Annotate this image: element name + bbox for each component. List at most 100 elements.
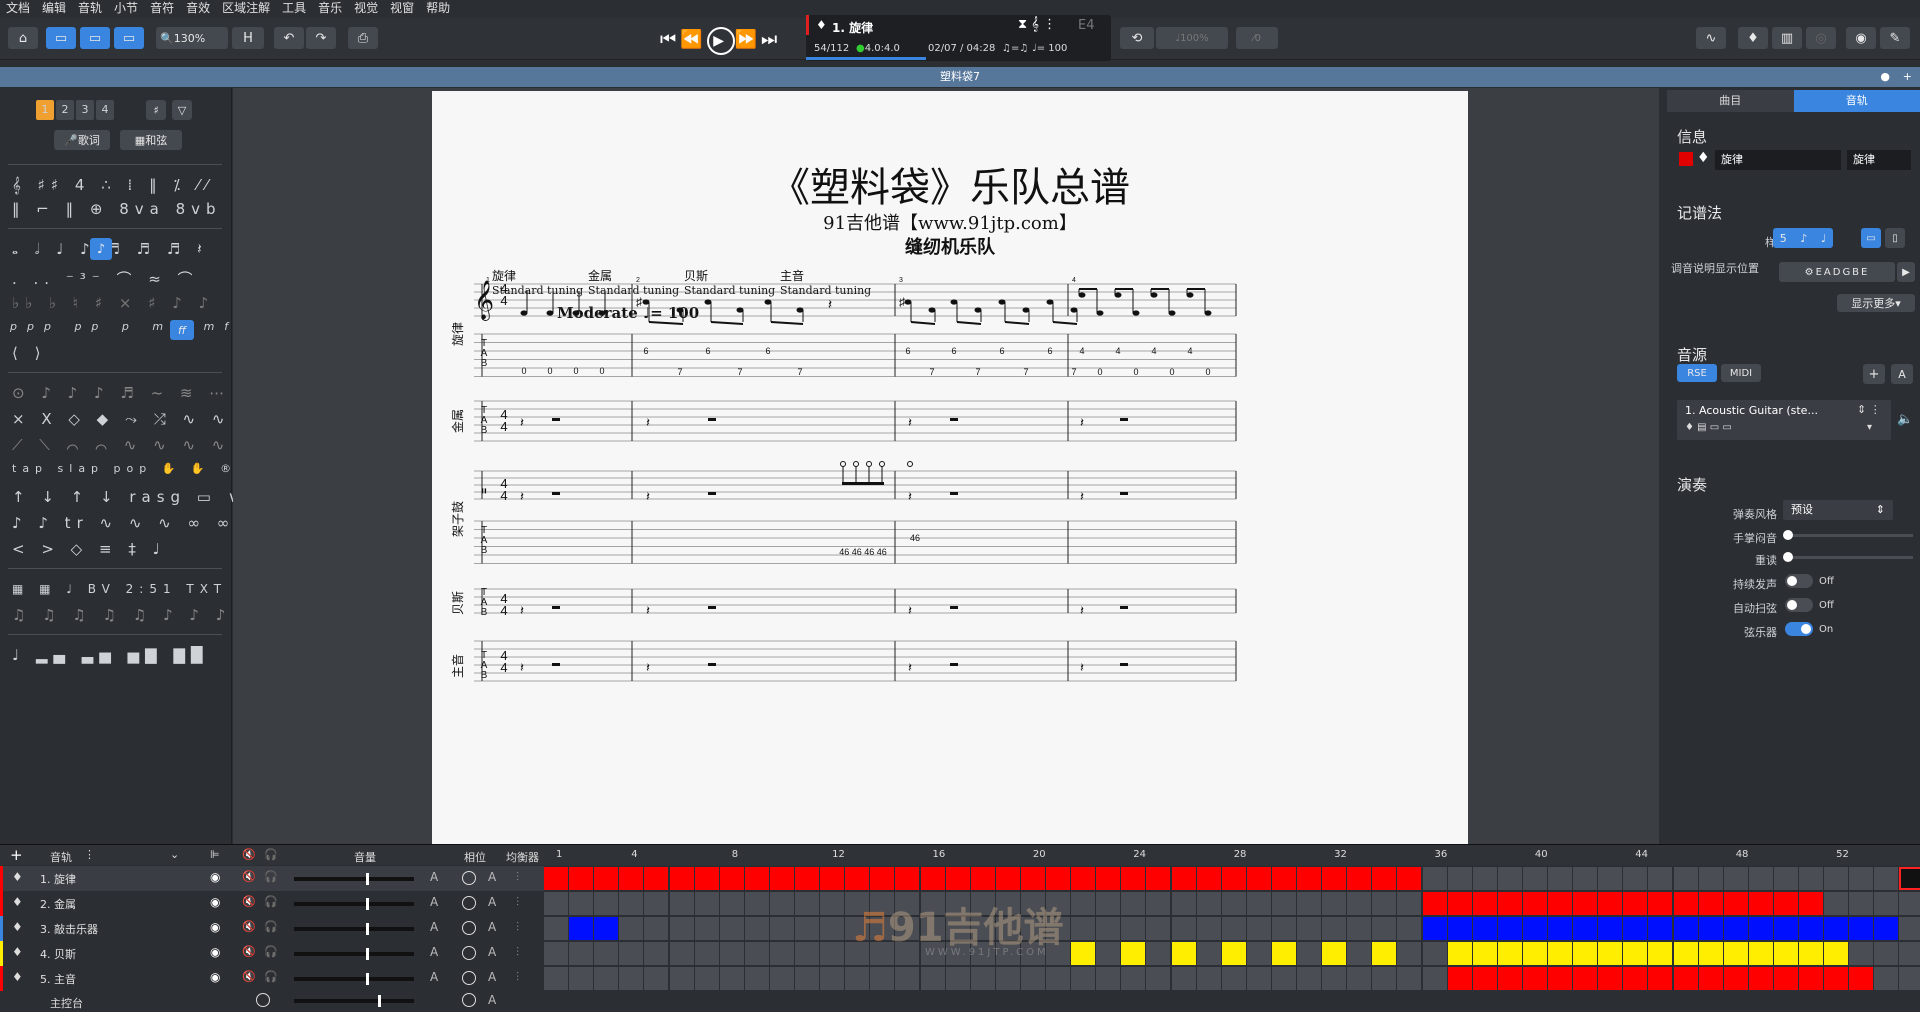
menu-item[interactable]: 视窗 xyxy=(390,0,414,16)
single-staff-icon[interactable]: ▭ xyxy=(1861,228,1881,248)
auto-strum-toggle[interactable] xyxy=(1785,598,1813,612)
menu-item[interactable]: 小节 xyxy=(114,0,138,16)
bar-cell[interactable] xyxy=(1121,892,1145,915)
bar-cell[interactable] xyxy=(1674,967,1698,990)
bar-cell[interactable] xyxy=(921,967,945,990)
bar-cell[interactable] xyxy=(594,867,618,890)
bar-cell[interactable] xyxy=(745,867,769,890)
bar-cell[interactable] xyxy=(895,867,919,890)
tab-song[interactable]: 曲目 xyxy=(1667,90,1794,112)
bar-cell[interactable] xyxy=(795,942,819,965)
strum-tools[interactable]: ↑ ↓ ↑ ↓ rasg ▭ ∨ xyxy=(12,488,245,506)
bar-cell[interactable] xyxy=(1623,917,1647,940)
bar-cell[interactable] xyxy=(1247,917,1271,940)
bar-cell[interactable] xyxy=(1749,867,1773,890)
accent-tools[interactable]: < > ◇ ≡ ‡ ♩ xyxy=(12,540,166,558)
bar-cell[interactable] xyxy=(1247,867,1271,890)
bar-cell[interactable] xyxy=(1548,892,1572,915)
notation-style-buttons[interactable]: 5♪♩ xyxy=(1773,228,1833,248)
bar-cell[interactable] xyxy=(1674,942,1698,965)
chevron-down-icon[interactable]: ⌄ xyxy=(170,848,179,861)
bar-cell[interactable] xyxy=(1172,967,1196,990)
bar-cell[interactable] xyxy=(1046,867,1070,890)
bar-cell[interactable] xyxy=(1648,967,1672,990)
bar-cell[interactable] xyxy=(1774,892,1798,915)
bar-cell[interactable] xyxy=(1573,867,1597,890)
bar-cell[interactable] xyxy=(745,917,769,940)
lyrics-button[interactable]: 🎤歌词 xyxy=(54,130,110,150)
effect-tools-2[interactable]: × X ◇ ◆ ⤳ ⤮ ∿ ∿ xyxy=(12,410,230,428)
bar-cell[interactable] xyxy=(670,917,694,940)
bar-cell[interactable] xyxy=(644,917,668,940)
bar-cell[interactable] xyxy=(1824,892,1848,915)
play-style-select[interactable]: 预设⇕ xyxy=(1783,500,1893,520)
bar-cell[interactable] xyxy=(795,892,819,915)
guitar-icon[interactable]: ♦ xyxy=(1738,27,1768,49)
last-bar-icon[interactable]: ⏭ xyxy=(761,29,781,50)
bar-cell[interactable] xyxy=(1498,942,1522,965)
bar-cell[interactable] xyxy=(594,892,618,915)
slider-thumb[interactable] xyxy=(366,973,369,985)
bar-cell[interactable] xyxy=(1372,942,1396,965)
bar-cell[interactable] xyxy=(971,867,995,890)
automation-icon[interactable]: A xyxy=(488,970,496,984)
bar-cell[interactable] xyxy=(1121,967,1145,990)
bar-cell[interactable] xyxy=(1247,967,1271,990)
bar-cell[interactable] xyxy=(1071,967,1095,990)
bar-cell[interactable] xyxy=(745,967,769,990)
track-color-swatch[interactable] xyxy=(1679,152,1693,166)
bar-cell[interactable] xyxy=(770,892,794,915)
bar-cell[interactable] xyxy=(770,967,794,990)
bar-cell[interactable] xyxy=(1623,967,1647,990)
bar-cell[interactable] xyxy=(1247,892,1271,915)
solo-icon[interactable]: 🎧 xyxy=(264,970,278,983)
page-view-select[interactable]: H xyxy=(232,27,264,49)
effect-tools-1[interactable]: ⊙ ♪ ♪ ♪ ♬ ~ ≋ ⋯ xyxy=(12,384,230,402)
voice-button-2[interactable]: 2 xyxy=(56,100,74,120)
bar-cell[interactable] xyxy=(820,867,844,890)
bar-cell[interactable] xyxy=(1172,917,1196,940)
bar-cell[interactable] xyxy=(1899,892,1920,915)
automation-icon[interactable]: A xyxy=(1891,364,1913,384)
bar-cell[interactable] xyxy=(1623,892,1647,915)
solo-icon[interactable]: 🎧 xyxy=(264,945,278,958)
bar-cell[interactable] xyxy=(1699,892,1723,915)
volume-slider[interactable] xyxy=(294,977,414,981)
bar-cell[interactable] xyxy=(1573,892,1597,915)
bar-cell[interactable] xyxy=(1749,967,1773,990)
voice-button-1[interactable]: 1 xyxy=(36,100,54,120)
play-tuning-icon[interactable]: ▶ xyxy=(1897,262,1915,282)
bar-cell[interactable] xyxy=(820,892,844,915)
bar-cell[interactable] xyxy=(1423,967,1447,990)
bar-cell[interactable] xyxy=(1197,917,1221,940)
bar-cell[interactable] xyxy=(1674,892,1698,915)
bar-cell[interactable] xyxy=(1021,867,1045,890)
bar-cell[interactable] xyxy=(1648,917,1672,940)
bar-cell[interactable] xyxy=(1648,867,1672,890)
bar-cell[interactable] xyxy=(1046,967,1070,990)
tuner-icon[interactable]: ◉ xyxy=(1846,27,1876,49)
menu-item[interactable]: 工具 xyxy=(282,0,306,16)
solo-all-icon[interactable]: 🎧 xyxy=(264,848,278,861)
bar-cell[interactable] xyxy=(1799,867,1823,890)
bar-cell[interactable] xyxy=(1874,942,1898,965)
accent-slider[interactable] xyxy=(1785,556,1913,559)
visibility-eye-icon[interactable]: ◉ xyxy=(210,920,220,934)
slash-style-icon[interactable]: ♩ xyxy=(1821,232,1826,245)
bar-cell[interactable] xyxy=(1824,942,1848,965)
bar-cell[interactable] xyxy=(1473,917,1497,940)
bar-cell[interactable] xyxy=(1573,917,1597,940)
solo-icon[interactable]: 🎧 xyxy=(264,920,278,933)
bar-cell[interactable] xyxy=(1899,917,1920,940)
bar-cell[interactable] xyxy=(1096,967,1120,990)
dropdown-icon[interactable]: ▽ xyxy=(172,100,192,120)
bar-cell[interactable] xyxy=(1699,967,1723,990)
show-more-button[interactable]: 显示更多 ▾ xyxy=(1837,294,1915,312)
home-icon[interactable]: ⌂ xyxy=(8,27,38,49)
volume-slider[interactable] xyxy=(294,927,414,931)
bar-cell[interactable] xyxy=(1824,967,1848,990)
menu-item[interactable]: 视觉 xyxy=(354,0,378,16)
menu-item[interactable]: 编辑 xyxy=(42,0,66,16)
bar-cell[interactable] xyxy=(1423,892,1447,915)
slash-icon[interactable]: ♯ xyxy=(146,100,166,120)
